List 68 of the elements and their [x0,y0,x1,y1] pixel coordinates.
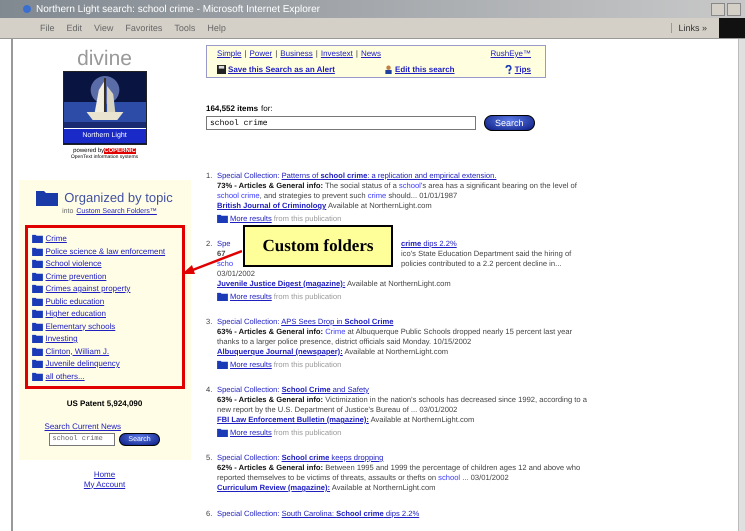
folder-icon [217,428,228,437]
separator: | [356,49,358,58]
question-mark-icon [504,65,513,74]
search-mode-link[interactable]: Simple [217,49,242,58]
menu-item[interactable]: File [40,23,55,33]
action-link[interactable]: Save this Search as an Alert [228,65,335,74]
menu-item[interactable]: Edit [66,23,82,33]
folder-icon [32,234,42,243]
maximize-button[interactable] [727,2,741,16]
search-news-link[interactable]: Search Current News [44,422,121,430]
menu-item[interactable]: Favorites [125,23,162,33]
folder-link[interactable]: Clinton, William J. [46,346,110,356]
search-button[interactable]: Search [484,115,535,131]
search-mode-link[interactable]: News [360,49,381,58]
action-link[interactable]: Tips [514,65,531,74]
patent-text: US Patent 5,924,090 [66,398,142,408]
separator: | [275,49,278,58]
for-label: for: [261,104,273,113]
search-mode-link[interactable]: Business [280,49,313,58]
folder-icon [217,360,228,369]
footer-link[interactable]: My Account [84,480,126,488]
separator: | [316,49,318,58]
footer-link[interactable]: Home [94,470,116,478]
separator: | [244,49,247,58]
folder-link[interactable]: Crime prevention [46,272,106,280]
folder-icon [217,214,228,223]
folder-link[interactable]: Crime [46,234,67,243]
folder-icon [32,284,42,293]
folder-link[interactable]: all others... [46,372,85,380]
folder-link[interactable]: Investing [46,334,78,343]
folder-link[interactable]: Police science & law enforcement [46,246,166,256]
folder-icon [32,296,42,306]
search-mode-link[interactable]: Investext [320,49,353,58]
scrollbar[interactable] [738,39,745,531]
section-title: Organized by topic [64,190,173,204]
person-icon [384,65,393,74]
links-button[interactable]: Links » [671,23,707,33]
folder-link[interactable]: Juvenile delinquency [46,359,120,368]
folder-link[interactable]: Higher education [46,309,106,318]
folder-icon [32,272,42,280]
minimize-button[interactable] [711,2,725,16]
folder-icon [36,188,58,206]
folder-link[interactable]: Crimes against property [46,284,130,293]
browser-icon [22,4,32,14]
browser-logo-icon [719,18,745,38]
folder-icon [32,346,42,356]
folder-link[interactable]: School violence [46,259,102,268]
menu-item[interactable]: View [94,23,114,33]
menu-item[interactable]: Tools [174,23,196,33]
folder-link[interactable]: Elementary schools [46,322,116,330]
search-mode-link[interactable]: Power [250,49,272,58]
folder-icon [32,259,42,268]
action-link[interactable]: Edit this search [394,65,455,74]
folder-icon [32,334,42,343]
results-count: 164,552 items [206,104,258,113]
folder-link[interactable]: Public education [46,296,104,306]
folder-icon [32,309,42,318]
folder-icon [32,246,42,256]
folder-icon [217,292,228,301]
window-title: Northern Light search: school crime - Microsoft Internet Explorer [36,4,320,14]
rusheye-link[interactable]: RushEye™ [490,49,531,58]
folder-icon [32,359,42,368]
menu-item[interactable]: Help [207,23,226,33]
callout-box: Custom folders [243,225,393,267]
search-field[interactable]: school crime [206,116,476,130]
folder-icon [32,372,42,380]
brand-logo: divine [77,47,132,71]
folder-icon [32,322,42,330]
